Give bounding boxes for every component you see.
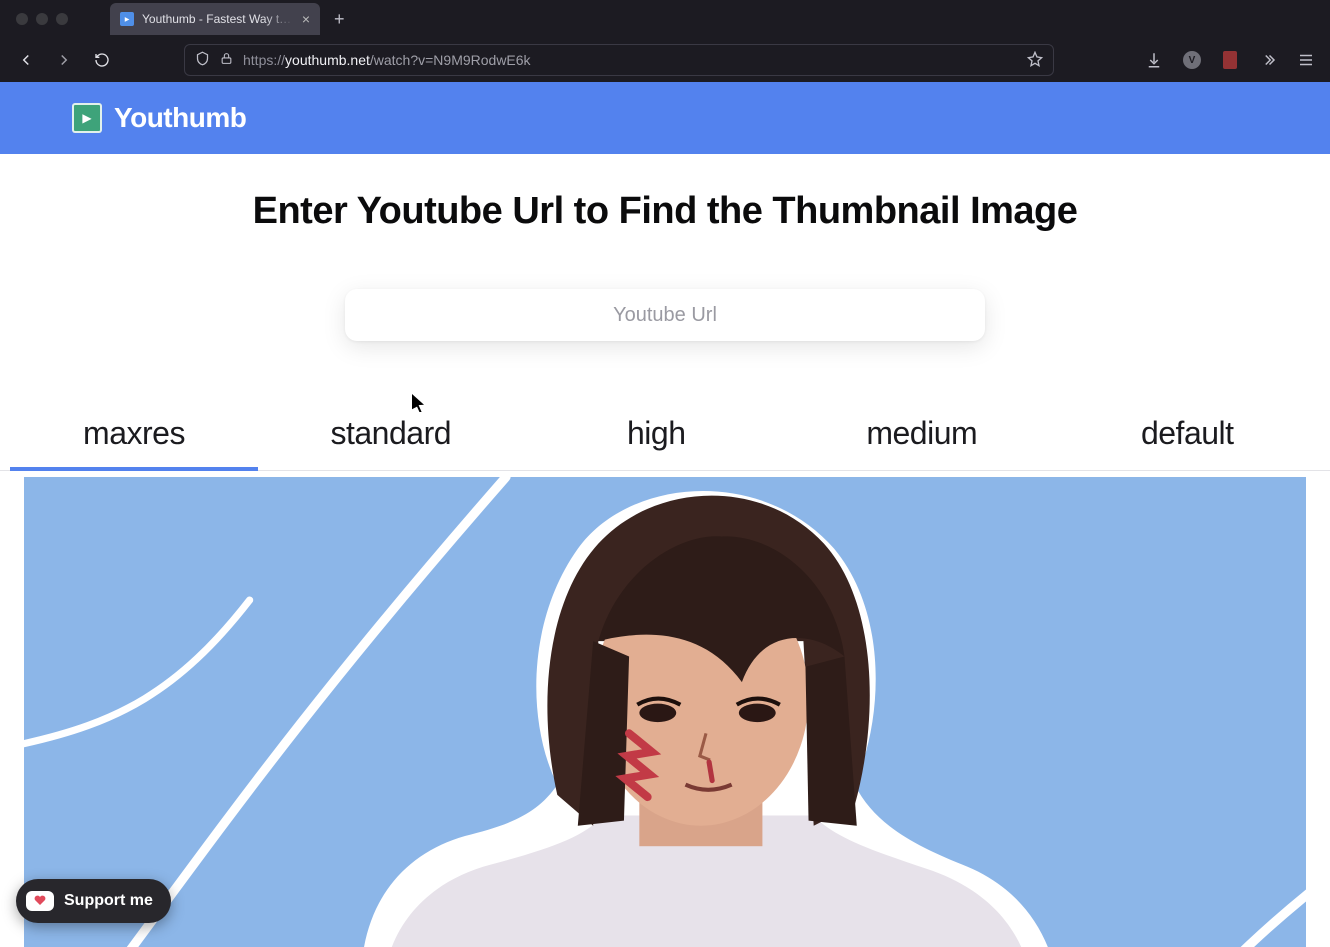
brand-logo-icon bbox=[72, 103, 102, 133]
tab-maxres[interactable]: maxres bbox=[10, 401, 258, 470]
window-minimize-icon[interactable] bbox=[36, 13, 48, 25]
tab-title: Youthumb - Fastest Way to Dow bbox=[142, 12, 294, 26]
window-maximize-icon[interactable] bbox=[56, 13, 68, 25]
url-bar[interactable]: https://youthumb.net/watch?v=N9M9RodwE6k bbox=[184, 44, 1054, 76]
nav-bar: https://youthumb.net/watch?v=N9M9RodwE6k… bbox=[0, 38, 1330, 82]
tab-medium[interactable]: medium bbox=[789, 401, 1055, 470]
brand[interactable]: Youthumb bbox=[72, 102, 246, 134]
url-text: https://youthumb.net/watch?v=N9M9RodwE6k bbox=[243, 52, 1017, 68]
page-heading: Enter Youtube Url to Find the Thumbnail … bbox=[0, 190, 1330, 233]
tab-high[interactable]: high bbox=[524, 401, 790, 470]
window-controls bbox=[8, 13, 80, 25]
tab-strip: Youthumb - Fastest Way to Dow × + bbox=[0, 0, 1330, 38]
window-close-icon[interactable] bbox=[16, 13, 28, 25]
thumbnail-image[interactable] bbox=[24, 477, 1306, 947]
browser-tab[interactable]: Youthumb - Fastest Way to Dow × bbox=[110, 3, 320, 35]
tab-default[interactable]: default bbox=[1055, 401, 1321, 470]
shield-icon[interactable] bbox=[195, 51, 210, 69]
forward-button[interactable] bbox=[48, 44, 80, 76]
tab-favicon-icon bbox=[120, 12, 134, 26]
extension-adblock-icon[interactable] bbox=[1216, 46, 1244, 74]
toolbar-right: V bbox=[1140, 46, 1320, 74]
youtube-url-input[interactable] bbox=[345, 289, 985, 341]
extension-v-icon[interactable]: V bbox=[1178, 46, 1206, 74]
thumbnail-illustration-icon bbox=[24, 477, 1306, 947]
site-header: Youthumb bbox=[0, 82, 1330, 154]
support-me-button[interactable]: Support me bbox=[16, 879, 171, 923]
tab-standard[interactable]: standard bbox=[258, 401, 524, 470]
hamburger-menu-icon[interactable] bbox=[1292, 46, 1320, 74]
brand-name: Youthumb bbox=[114, 102, 246, 134]
overflow-icon[interactable] bbox=[1254, 46, 1282, 74]
browser-chrome: Youthumb - Fastest Way to Dow × + https:… bbox=[0, 0, 1330, 82]
page-content: Youthumb Enter Youtube Url to Find the T… bbox=[0, 82, 1330, 947]
heart-icon bbox=[26, 891, 54, 911]
thumbnail-container bbox=[0, 471, 1330, 947]
new-tab-button[interactable]: + bbox=[320, 9, 359, 30]
back-button[interactable] bbox=[10, 44, 42, 76]
bookmark-star-icon[interactable] bbox=[1027, 51, 1043, 70]
tab-close-icon[interactable]: × bbox=[302, 12, 310, 26]
reload-button[interactable] bbox=[86, 44, 118, 76]
resolution-tabs: maxres standard high medium default bbox=[0, 401, 1330, 471]
url-input-wrap bbox=[0, 289, 1330, 341]
lock-icon[interactable] bbox=[220, 52, 233, 68]
downloads-icon[interactable] bbox=[1140, 46, 1168, 74]
support-label: Support me bbox=[64, 892, 153, 910]
